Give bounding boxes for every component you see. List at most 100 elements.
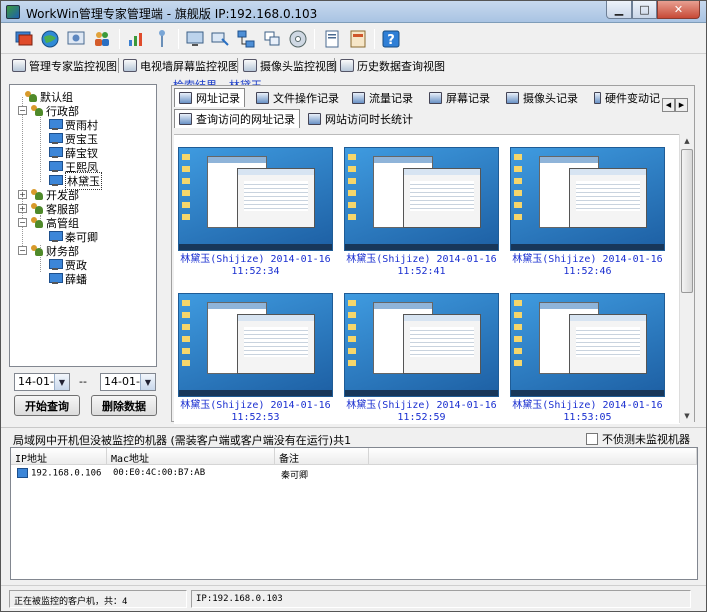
- report-icon[interactable]: [347, 28, 369, 50]
- computer-icon: [17, 468, 28, 478]
- column-header-filler: [369, 448, 697, 465]
- computer-icon: [48, 272, 63, 285]
- no-detect-checkbox[interactable]: 不侦测未监视机器: [586, 431, 690, 447]
- screenshot-thumbnail[interactable]: [344, 293, 499, 397]
- status-bar: 正在被监控的客户机，共：4 IP:192.168.0.103: [1, 585, 706, 611]
- computer-icon: [48, 118, 63, 131]
- scroll-up-icon[interactable]: ▲: [680, 134, 694, 148]
- tab-visited-urls[interactable]: 查询访问的网址记录: [174, 109, 300, 128]
- minimize-button[interactable]: ▁: [606, 1, 632, 19]
- scroll-down-icon[interactable]: ▼: [680, 409, 694, 423]
- screenshot-thumbnail[interactable]: [178, 293, 333, 397]
- scroll-thumb[interactable]: [681, 149, 693, 293]
- close-button[interactable]: ✕: [657, 1, 700, 19]
- chevron-down-icon[interactable]: ▼: [140, 374, 155, 390]
- screenshot-thumbnail[interactable]: [510, 147, 665, 251]
- screenshot-caption: 林黛玉(Shijize) 2014-01-16 11:52:46: [512, 254, 663, 277]
- tab-history-view[interactable]: 历史数据查询视图: [340, 57, 445, 74]
- screenshot-gallery: 林黛玉(Shijize) 2014-01-16 11:52:34 林黛玉(Shi…: [174, 134, 680, 424]
- screenshot-caption: 林黛玉(Shijize) 2014-01-16 11:52:59: [346, 400, 497, 423]
- screenshot-caption: 林黛玉(Shijize) 2014-01-16 11:52:41: [346, 254, 497, 277]
- group-icon: [30, 104, 44, 117]
- tab-hardware-changes[interactable]: 硬件变动记: [590, 88, 664, 107]
- tab-camera-view[interactable]: 摄像头监控视图: [243, 57, 337, 74]
- chevron-down-icon[interactable]: ▼: [54, 374, 69, 390]
- screenshot-caption: 林黛玉(Shijize) 2014-01-16 11:52:53: [180, 400, 331, 423]
- monitor-view-icon: [12, 59, 26, 72]
- tab-expert-monitor-view[interactable]: 管理专家监控视图: [12, 57, 117, 74]
- tree-pc-xuepan[interactable]: 薛蟠: [48, 271, 87, 286]
- result-frame: 网址记录 文件操作记录 流量记录 屏幕记录 摄像头记录 硬件变动记 ◀ ▶ 查询…: [171, 85, 695, 424]
- chevron-left-icon[interactable]: ◀: [662, 98, 675, 112]
- table-row-note: 秦可卿: [281, 471, 309, 481]
- status-client-count: 正在被监控的客户机，共：4: [9, 590, 187, 608]
- column-header-ip[interactable]: IP地址: [11, 448, 107, 465]
- camera-icon: [506, 91, 519, 104]
- table-row-ip[interactable]: 192.168.0.106: [13, 467, 105, 482]
- windows-icon[interactable]: [261, 28, 283, 50]
- tab-traffic[interactable]: 流量记录: [348, 88, 417, 107]
- column-header-mac[interactable]: Mac地址: [107, 448, 275, 465]
- screenshot-caption: 林黛玉(Shijize) 2014-01-16 11:53:05: [512, 400, 663, 423]
- remote-icon[interactable]: [209, 28, 231, 50]
- monitor-group-icon[interactable]: [13, 28, 35, 50]
- url-icon: [179, 113, 192, 125]
- title-bar: WorkWin管理专家管理端 - 旗舰版 IP:192.168.0.103 ▁ …: [1, 1, 706, 23]
- chevron-right-icon[interactable]: ▶: [675, 98, 688, 112]
- svg-text:?: ?: [387, 33, 395, 48]
- maximize-button[interactable]: □: [632, 1, 657, 19]
- unmonitored-title: 局域网中开机但没被监控的机器 (需装客户端或客户端没有在运行)共1: [13, 434, 352, 447]
- collapse-icon[interactable]: −: [18, 218, 27, 227]
- help-icon[interactable]: ?: [380, 28, 402, 50]
- expand-icon[interactable]: +: [18, 204, 27, 213]
- expand-icon[interactable]: +: [18, 190, 27, 199]
- screenshot-thumbnail[interactable]: [178, 147, 333, 251]
- tv-wall-icon: [123, 59, 137, 72]
- tools-icon[interactable]: [151, 28, 173, 50]
- screen-icon[interactable]: [184, 28, 206, 50]
- document-icon[interactable]: [321, 28, 343, 50]
- end-date-picker[interactable]: 14-01-1 ▼: [100, 373, 156, 391]
- screenshot-thumbnail[interactable]: [344, 147, 499, 251]
- group-icon: [30, 216, 44, 229]
- history-view-icon: [340, 59, 354, 72]
- file-icon: [256, 91, 269, 104]
- tab-scroll-arrows: ◀ ▶: [662, 98, 688, 112]
- delete-data-button[interactable]: 删除数据: [91, 395, 157, 416]
- view-tabs: 管理专家监控视图 电视墙屏幕监控视图 摄像头监控视图 历史数据查询视图: [1, 55, 706, 75]
- globe-icon[interactable]: [39, 28, 61, 50]
- camera-view-icon: [243, 59, 257, 72]
- tab-screen-records[interactable]: 屏幕记录: [425, 88, 494, 107]
- tab-url-records[interactable]: 网址记录: [174, 88, 245, 107]
- window-title: WorkWin管理专家管理端 - 旗舰版 IP:192.168.0.103: [26, 7, 318, 21]
- group-icon: [30, 188, 44, 201]
- computer-icon: [48, 174, 63, 187]
- computer-icon: [48, 160, 63, 173]
- disk-icon[interactable]: [287, 28, 309, 50]
- tab-file-ops[interactable]: 文件操作记录: [252, 88, 343, 107]
- tab-site-duration[interactable]: 网站访问时长统计: [304, 109, 417, 128]
- tab-camera-records[interactable]: 摄像头记录: [502, 88, 582, 107]
- column-header-note[interactable]: 备注: [275, 448, 369, 465]
- start-query-button[interactable]: 开始查询: [14, 395, 80, 416]
- computer-icon: [48, 230, 63, 243]
- chart-icon[interactable]: [125, 28, 147, 50]
- network-icon[interactable]: [235, 28, 257, 50]
- tab-tv-wall-view[interactable]: 电视墙屏幕监控视图: [123, 57, 239, 74]
- checkbox-icon[interactable]: [586, 433, 598, 445]
- main-window: WorkWin管理专家管理端 - 旗舰版 IP:192.168.0.103 ▁ …: [0, 0, 707, 612]
- app-icon: [6, 5, 20, 19]
- window-controls: ▁ □ ✕: [606, 1, 700, 20]
- table-row-mac: 00:E0:4C:00:B7:AB: [113, 468, 206, 478]
- screenshot-thumbnail[interactable]: [510, 293, 665, 397]
- start-date-picker[interactable]: 14-01-1 ▼: [14, 373, 70, 391]
- gallery-scrollbar[interactable]: ▲ ▼: [679, 134, 694, 423]
- collapse-icon[interactable]: −: [18, 246, 27, 255]
- settings-icon[interactable]: [65, 28, 87, 50]
- users-icon[interactable]: [91, 28, 113, 50]
- splitter[interactable]: [1, 427, 706, 430]
- screen-record-icon: [429, 91, 442, 104]
- screenshot-caption: 林黛玉(Shijize) 2014-01-16 11:52:34: [180, 254, 331, 277]
- unmonitored-list: IP地址 Mac地址 备注 192.168.0.106 00:E0:4C:00:…: [10, 447, 698, 580]
- collapse-icon[interactable]: −: [18, 106, 27, 115]
